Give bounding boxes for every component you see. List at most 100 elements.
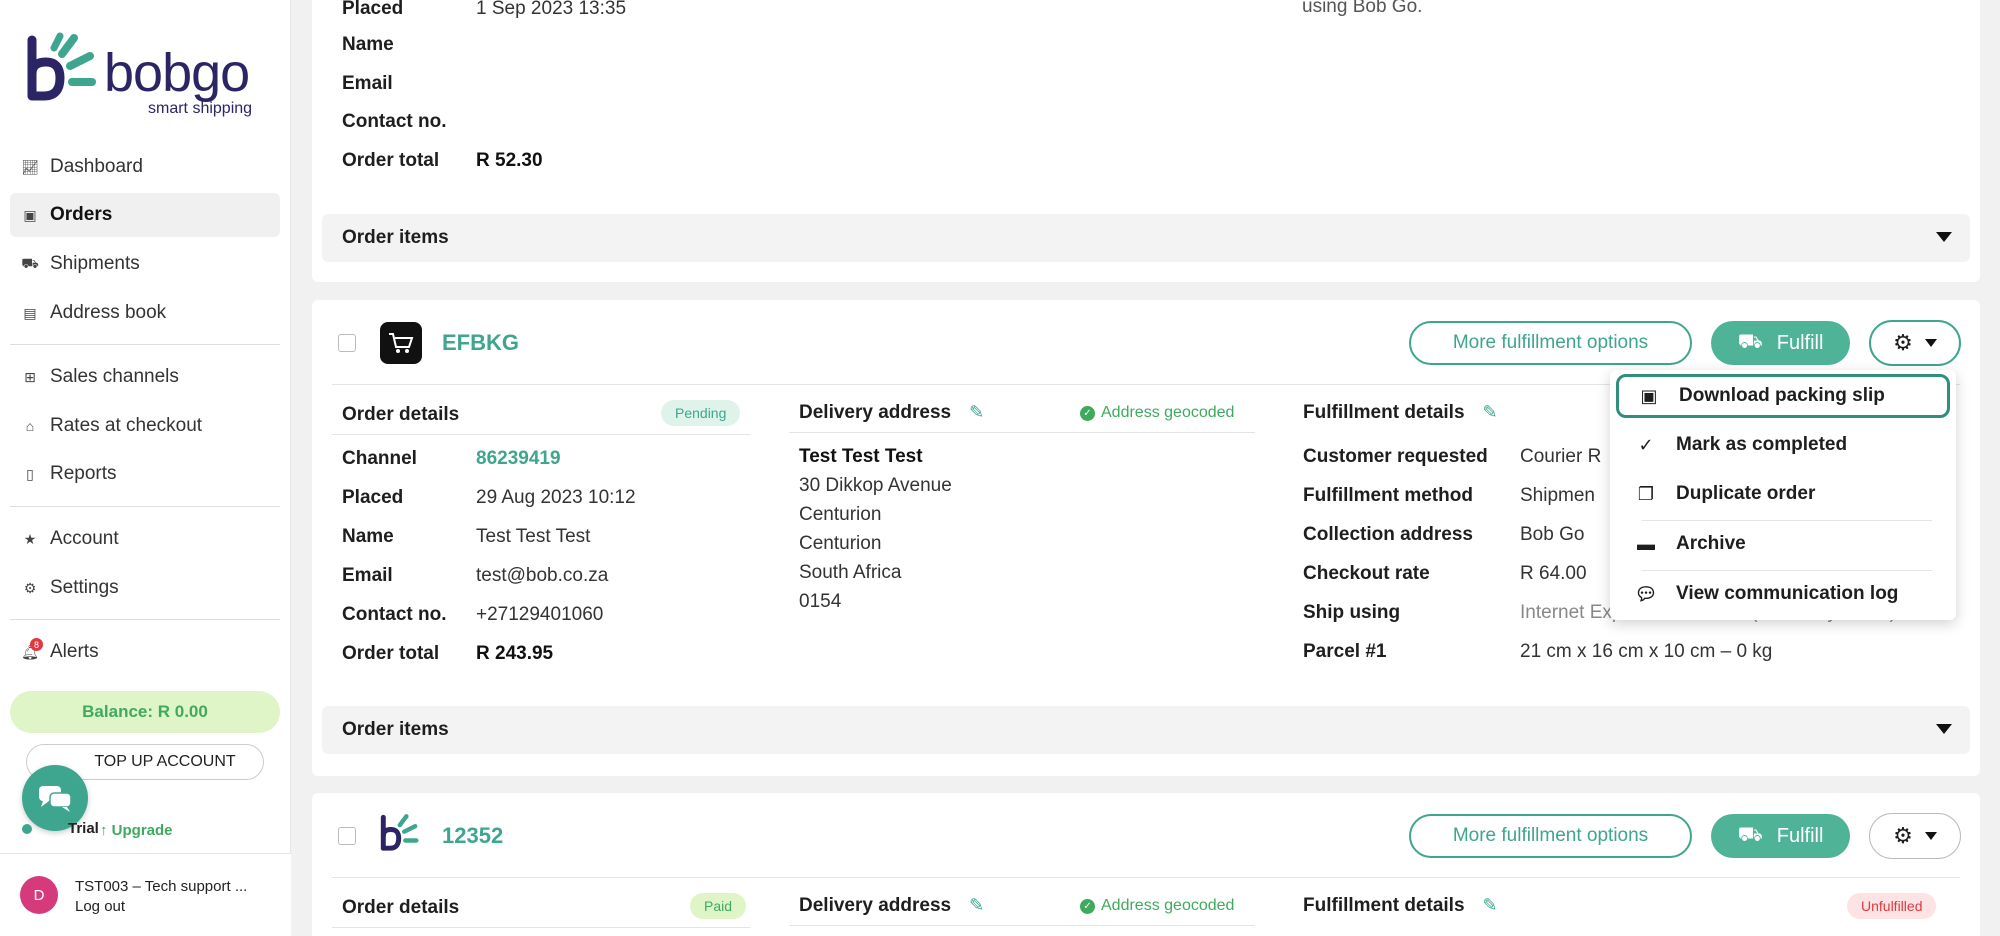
order-number-link[interactable]: 12352 bbox=[442, 823, 503, 849]
section-divider bbox=[789, 925, 1255, 926]
pencil-icon[interactable]: ✎ bbox=[969, 402, 984, 423]
geocoded-label: Address geocoded bbox=[1101, 897, 1235, 914]
user-name: TST003 – Tech support ... bbox=[75, 878, 248, 895]
fulfill-label: Fulfill bbox=[1776, 331, 1824, 354]
ship-using-label: Ship using bbox=[1303, 602, 1401, 623]
order-details-title: Order details bbox=[342, 897, 460, 918]
nav-alerts-label: Alerts bbox=[50, 641, 99, 662]
file-icon: ▯ bbox=[26, 465, 34, 482]
section-divider bbox=[789, 432, 1255, 433]
geocoded-label: Address geocoded bbox=[1101, 404, 1235, 421]
order-actions-button[interactable]: ⚙ bbox=[1869, 813, 1961, 859]
order-items-toggle[interactable]: Order items bbox=[322, 706, 1970, 754]
address-line: 0154 bbox=[799, 591, 842, 612]
address-name: Test Test Test bbox=[799, 446, 923, 467]
logout-link[interactable]: Log out bbox=[75, 898, 125, 915]
pencil-icon[interactable]: ✎ bbox=[969, 895, 984, 916]
nav-address-book[interactable]: ▤ Address book bbox=[10, 291, 280, 335]
placed-label: Placed bbox=[342, 487, 404, 508]
fulfill-button[interactable]: ⛟ Fulfill bbox=[1711, 321, 1850, 365]
bobgo-logo[interactable]: bobgo smart shipping bbox=[26, 30, 266, 120]
address-line: 30 Dikkop Avenue bbox=[799, 475, 952, 496]
nav-orders-label: Orders bbox=[50, 204, 113, 225]
copy-icon: ❐ bbox=[1637, 483, 1655, 504]
order-actions-button[interactable]: ⚙ bbox=[1869, 320, 1961, 366]
avatar[interactable]: D bbox=[20, 876, 58, 914]
order-card: Placed 1 Sep 2023 13:35 using Bob Go. Na… bbox=[312, 0, 1980, 282]
header-divider bbox=[332, 877, 1960, 878]
download-packing-slip-item[interactable]: ▣ Download packing slip bbox=[1616, 374, 1950, 418]
user-bar: D TST003 – Tech support ... Log out bbox=[0, 853, 291, 936]
parcel-label: Parcel #1 bbox=[1303, 641, 1387, 662]
pencil-icon[interactable]: ✎ bbox=[1483, 895, 1498, 916]
channel-link[interactable]: 86239419 bbox=[476, 448, 561, 470]
truck-icon: ⛟ bbox=[21, 254, 39, 271]
order-items-label: Order items bbox=[342, 719, 449, 740]
upgrade-link[interactable]: ↑ Upgrade bbox=[100, 822, 173, 839]
bell-icon: 🔔︎ 8 bbox=[21, 638, 43, 660]
fulfill-button[interactable]: ⛟ Fulfill bbox=[1711, 814, 1850, 858]
status-badge: Pending bbox=[661, 400, 741, 426]
order-actions-menu: ▣ Download packing slip ✓ Mark as comple… bbox=[1610, 370, 1956, 620]
contact-label: Contact no. bbox=[342, 604, 447, 625]
nav-settings[interactable]: ⚙ Settings bbox=[10, 566, 280, 610]
view-communication-log-item[interactable]: 💬︎ View communication log bbox=[1616, 572, 1950, 616]
more-fulfillment-options-button[interactable]: More fulfillment options bbox=[1409, 321, 1692, 365]
nav-shipments-label: Shipments bbox=[50, 253, 140, 274]
truck-icon: ⛟ bbox=[1737, 330, 1763, 353]
order-number-link[interactable]: EFBKG bbox=[442, 330, 519, 356]
nav-shipments[interactable]: ⛟ Shipments bbox=[10, 242, 280, 286]
delivery-address-title: Delivery address ✎ bbox=[799, 895, 984, 917]
nav-account[interactable]: ★ Account bbox=[10, 517, 280, 561]
more-fulfillment-options-button[interactable]: More fulfillment options bbox=[1409, 814, 1692, 858]
fulfillment-method-label: Fulfillment method bbox=[1303, 485, 1473, 506]
top-up-label: TOP UP ACCOUNT bbox=[94, 753, 236, 770]
parcel-value: 21 cm x 16 cm x 10 cm – 0 kg bbox=[1520, 641, 1773, 662]
caret-down-icon bbox=[1936, 232, 1952, 242]
address-book-icon: ▤ bbox=[23, 304, 37, 321]
sidebar: bobgo smart shipping 📈︎ Dashboard ▣ Orde… bbox=[0, 0, 291, 936]
view-communication-log-label: View communication log bbox=[1676, 583, 1899, 604]
nav-alerts[interactable]: 🔔︎ 8 Alerts bbox=[10, 630, 280, 674]
chat-bubbles-icon bbox=[39, 786, 72, 812]
address-geocoded-status: ✓ Address geocoded bbox=[1080, 404, 1234, 422]
nav-dashboard[interactable]: 📈︎ Dashboard bbox=[10, 145, 280, 189]
nav-settings-label: Settings bbox=[50, 577, 119, 598]
mark-as-completed-item[interactable]: ✓ Mark as completed bbox=[1616, 423, 1950, 467]
placed-label: Placed bbox=[342, 0, 404, 19]
pencil-icon[interactable]: ✎ bbox=[1483, 402, 1498, 423]
email-value: test@bob.co.za bbox=[476, 565, 609, 586]
section-divider bbox=[332, 927, 750, 928]
fulfillment-method-value: Shipmen bbox=[1520, 485, 1595, 506]
placed-value: 29 Aug 2023 10:12 bbox=[476, 487, 636, 508]
nav-account-label: Account bbox=[50, 528, 119, 549]
collection-address-label: Collection address bbox=[1303, 524, 1473, 545]
nav-sales-channels[interactable]: ⊞ Sales channels bbox=[10, 355, 280, 399]
contact-value: +27129401060 bbox=[476, 604, 604, 625]
order-total-label: Order total bbox=[342, 150, 440, 171]
fulfillment-details-label: Fulfillment details bbox=[1303, 895, 1465, 916]
status-badge: Paid bbox=[690, 893, 747, 919]
archive-item[interactable]: ▬ Archive bbox=[1616, 522, 1950, 566]
order-card-12352: 12352 More fulfillment options ⛟ Fulfill… bbox=[312, 793, 1980, 936]
customer-requested-label: Customer requested bbox=[1303, 446, 1488, 467]
archive-icon: ▬ bbox=[1637, 533, 1655, 554]
nav-divider bbox=[10, 344, 280, 345]
nav-orders[interactable]: ▣ Orders bbox=[10, 193, 280, 237]
alerts-count-badge: 8 bbox=[30, 638, 43, 651]
duplicate-order-item[interactable]: ❐ Duplicate order bbox=[1616, 472, 1950, 516]
gear-icon: ⚙ bbox=[1893, 330, 1913, 355]
contact-label: Contact no. bbox=[342, 111, 447, 132]
box-icon: ▣ bbox=[1640, 385, 1658, 406]
brand-tagline: smart shipping bbox=[148, 100, 253, 117]
archive-label: Archive bbox=[1676, 533, 1746, 554]
fulfillment-details-label: Fulfillment details bbox=[1303, 402, 1465, 423]
nav-reports[interactable]: ▯ Reports bbox=[10, 452, 280, 496]
checkout-rate-label: Checkout rate bbox=[1303, 563, 1430, 584]
order-items-toggle[interactable]: Order items bbox=[322, 214, 1970, 262]
nav-rates-at-checkout[interactable]: ⌂ Rates at checkout bbox=[10, 404, 280, 448]
address-geocoded-status: ✓ Address geocoded bbox=[1080, 897, 1234, 915]
check-circle-icon: ✓ bbox=[1080, 898, 1095, 914]
order-select-checkbox[interactable] bbox=[338, 334, 356, 352]
order-select-checkbox[interactable] bbox=[338, 827, 356, 845]
